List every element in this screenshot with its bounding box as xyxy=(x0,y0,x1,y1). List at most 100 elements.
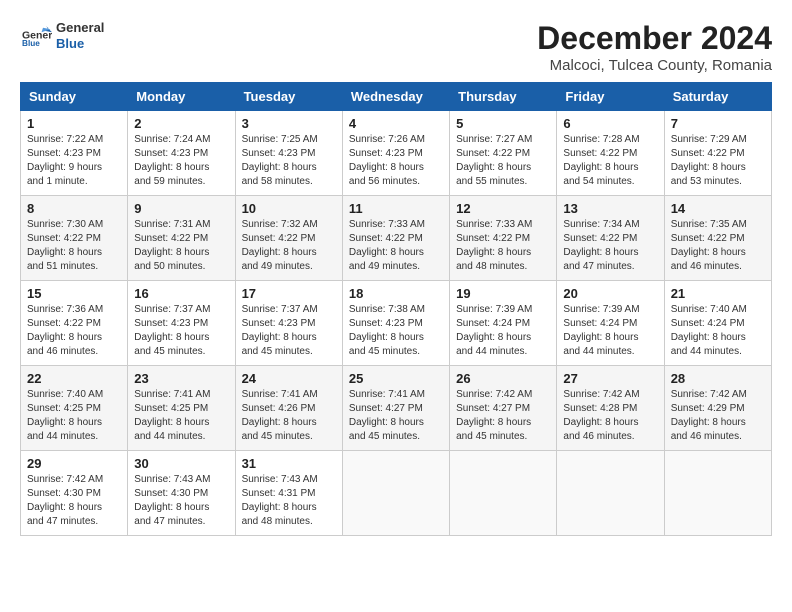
day-info: Sunrise: 7:37 AM Sunset: 4:23 PM Dayligh… xyxy=(242,303,336,359)
calendar-cell: 24Sunrise: 7:41 AM Sunset: 4:26 PM Dayli… xyxy=(235,366,342,451)
day-number: 15 xyxy=(27,286,121,301)
title-block: December 2024 Malcoci, Tulcea County, Ro… xyxy=(537,20,772,74)
weekday-header-friday: Friday xyxy=(557,83,664,111)
calendar-cell: 20 Sunrise: 7:39 AM Sunset: 4:24 PM Dayli… xyxy=(557,281,664,366)
calendar-cell: 2 Sunrise: 7:24 AM Sunset: 4:23 PM Daylig… xyxy=(128,111,235,196)
calendar-cell: 9 Sunrise: 7:31 AM Sunset: 4:22 PM Daylig… xyxy=(128,196,235,281)
day-number: 18 xyxy=(349,286,443,301)
day-number: 11 xyxy=(349,201,443,216)
day-info: Sunrise: 7:28 AM Sunset: 4:22 PM Dayligh… xyxy=(563,133,657,189)
page-container: General Blue General Blue December 2024 … xyxy=(20,20,772,536)
weekday-header-tuesday: Tuesday xyxy=(235,83,342,111)
day-number: 1 xyxy=(27,116,121,131)
day-number: 31 xyxy=(242,456,336,471)
calendar-cell: 30 Sunrise: 7:43 AM Sunset: 4:30 PM Dayli… xyxy=(128,451,235,536)
day-number: 27 xyxy=(563,371,657,386)
weekday-header-monday: Monday xyxy=(128,83,235,111)
calendar-cell: 11 Sunrise: 7:33 AM Sunset: 4:22 PM Dayli… xyxy=(342,196,449,281)
day-number: 16 xyxy=(134,286,228,301)
calendar-cell: 3Sunrise: 7:25 AM Sunset: 4:23 PM Daylig… xyxy=(235,111,342,196)
logo-general-text: General xyxy=(56,20,104,36)
day-number: 7 xyxy=(671,116,765,131)
calendar-cell: 25 Sunrise: 7:41 AM Sunset: 4:27 PM Dayli… xyxy=(342,366,449,451)
header: General Blue General Blue December 2024 … xyxy=(20,20,772,74)
day-info: Sunrise: 7:42 AM Sunset: 4:29 PM Dayligh… xyxy=(671,388,765,444)
calendar-cell: 6Sunrise: 7:28 AM Sunset: 4:22 PM Daylig… xyxy=(557,111,664,196)
day-info: Sunrise: 7:40 AM Sunset: 4:25 PM Dayligh… xyxy=(27,388,121,444)
calendar-cell: 5Sunrise: 7:27 AM Sunset: 4:22 PM Daylig… xyxy=(450,111,557,196)
day-number: 13 xyxy=(563,201,657,216)
weekday-header-wednesday: Wednesday xyxy=(342,83,449,111)
day-number: 30 xyxy=(134,456,228,471)
calendar-week-3: 15Sunrise: 7:36 AM Sunset: 4:22 PM Dayli… xyxy=(21,281,772,366)
weekday-header-saturday: Saturday xyxy=(664,83,771,111)
day-info: Sunrise: 7:31 AM Sunset: 4:22 PM Dayligh… xyxy=(134,218,228,274)
day-number: 2 xyxy=(134,116,228,131)
calendar-cell: 19 Sunrise: 7:39 AM Sunset: 4:24 PM Dayli… xyxy=(450,281,557,366)
day-number: 17 xyxy=(242,286,336,301)
calendar-week-5: 29 Sunrise: 7:42 AM Sunset: 4:30 PM Dayli… xyxy=(21,451,772,536)
day-info: Sunrise: 7:22 AM Sunset: 4:23 PM Dayligh… xyxy=(27,133,121,189)
day-number: 12 xyxy=(456,201,550,216)
day-info: Sunrise: 7:39 AM Sunset: 4:24 PM Dayligh… xyxy=(456,303,550,359)
calendar-cell: 10 Sunrise: 7:32 AM Sunset: 4:22 PM Dayli… xyxy=(235,196,342,281)
weekday-header-row: SundayMondayTuesdayWednesdayThursdayFrid… xyxy=(21,83,772,111)
day-number: 10 xyxy=(242,201,336,216)
calendar-cell: 21 Sunrise: 7:40 AM Sunset: 4:24 PM Dayli… xyxy=(664,281,771,366)
calendar-cell: 14 Sunrise: 7:35 AM Sunset: 4:22 PM Dayli… xyxy=(664,196,771,281)
day-number: 4 xyxy=(349,116,443,131)
day-number: 5 xyxy=(456,116,550,131)
day-number: 8 xyxy=(27,201,121,216)
day-number: 24 xyxy=(242,371,336,386)
day-number: 14 xyxy=(671,201,765,216)
day-number: 19 xyxy=(456,286,550,301)
page-subtitle: Malcoci, Tulcea County, Romania xyxy=(537,57,772,74)
day-number: 20 xyxy=(563,286,657,301)
day-info: Sunrise: 7:32 AM Sunset: 4:22 PM Dayligh… xyxy=(242,218,336,274)
weekday-header-thursday: Thursday xyxy=(450,83,557,111)
day-info: Sunrise: 7:33 AM Sunset: 4:22 PM Dayligh… xyxy=(349,218,443,274)
day-number: 29 xyxy=(27,456,121,471)
calendar-week-4: 22Sunrise: 7:40 AM Sunset: 4:25 PM Dayli… xyxy=(21,366,772,451)
calendar-cell xyxy=(557,451,664,536)
day-info: Sunrise: 7:35 AM Sunset: 4:22 PM Dayligh… xyxy=(671,218,765,274)
calendar-week-1: 1 Sunrise: 7:22 AM Sunset: 4:23 PM Daylig… xyxy=(21,111,772,196)
logo-icon: General Blue xyxy=(22,24,52,48)
calendar-table: SundayMondayTuesdayWednesdayThursdayFrid… xyxy=(20,82,772,536)
day-info: Sunrise: 7:26 AM Sunset: 4:23 PM Dayligh… xyxy=(349,133,443,189)
logo: General Blue General Blue xyxy=(20,20,104,51)
day-number: 21 xyxy=(671,286,765,301)
calendar-cell: 31 Sunrise: 7:43 AM Sunset: 4:31 PM Dayli… xyxy=(235,451,342,536)
day-info: Sunrise: 7:29 AM Sunset: 4:22 PM Dayligh… xyxy=(671,133,765,189)
day-info: Sunrise: 7:40 AM Sunset: 4:24 PM Dayligh… xyxy=(671,303,765,359)
day-number: 26 xyxy=(456,371,550,386)
day-info: Sunrise: 7:39 AM Sunset: 4:24 PM Dayligh… xyxy=(563,303,657,359)
calendar-cell: 13Sunrise: 7:34 AM Sunset: 4:22 PM Dayli… xyxy=(557,196,664,281)
day-info: Sunrise: 7:42 AM Sunset: 4:27 PM Dayligh… xyxy=(456,388,550,444)
day-info: Sunrise: 7:43 AM Sunset: 4:31 PM Dayligh… xyxy=(242,473,336,529)
calendar-cell: 4 Sunrise: 7:26 AM Sunset: 4:23 PM Daylig… xyxy=(342,111,449,196)
day-info: Sunrise: 7:42 AM Sunset: 4:30 PM Dayligh… xyxy=(27,473,121,529)
day-info: Sunrise: 7:25 AM Sunset: 4:23 PM Dayligh… xyxy=(242,133,336,189)
day-number: 25 xyxy=(349,371,443,386)
day-info: Sunrise: 7:38 AM Sunset: 4:23 PM Dayligh… xyxy=(349,303,443,359)
calendar-cell: 15Sunrise: 7:36 AM Sunset: 4:22 PM Dayli… xyxy=(21,281,128,366)
calendar-cell: 12Sunrise: 7:33 AM Sunset: 4:22 PM Dayli… xyxy=(450,196,557,281)
calendar-week-2: 8Sunrise: 7:30 AM Sunset: 4:22 PM Daylig… xyxy=(21,196,772,281)
day-info: Sunrise: 7:24 AM Sunset: 4:23 PM Dayligh… xyxy=(134,133,228,189)
calendar-cell: 17 Sunrise: 7:37 AM Sunset: 4:23 PM Dayli… xyxy=(235,281,342,366)
calendar-cell: 23Sunrise: 7:41 AM Sunset: 4:25 PM Dayli… xyxy=(128,366,235,451)
calendar-cell: 22Sunrise: 7:40 AM Sunset: 4:25 PM Dayli… xyxy=(21,366,128,451)
calendar-cell: 16Sunrise: 7:37 AM Sunset: 4:23 PM Dayli… xyxy=(128,281,235,366)
svg-text:Blue: Blue xyxy=(22,38,40,47)
calendar-cell xyxy=(664,451,771,536)
calendar-cell: 27Sunrise: 7:42 AM Sunset: 4:28 PM Dayli… xyxy=(557,366,664,451)
day-info: Sunrise: 7:41 AM Sunset: 4:27 PM Dayligh… xyxy=(349,388,443,444)
page-title: December 2024 xyxy=(537,20,772,57)
calendar-cell xyxy=(450,451,557,536)
logo-blue-text: Blue xyxy=(56,36,104,52)
day-info: Sunrise: 7:43 AM Sunset: 4:30 PM Dayligh… xyxy=(134,473,228,529)
calendar-cell: 8Sunrise: 7:30 AM Sunset: 4:22 PM Daylig… xyxy=(21,196,128,281)
day-number: 9 xyxy=(134,201,228,216)
weekday-header-sunday: Sunday xyxy=(21,83,128,111)
